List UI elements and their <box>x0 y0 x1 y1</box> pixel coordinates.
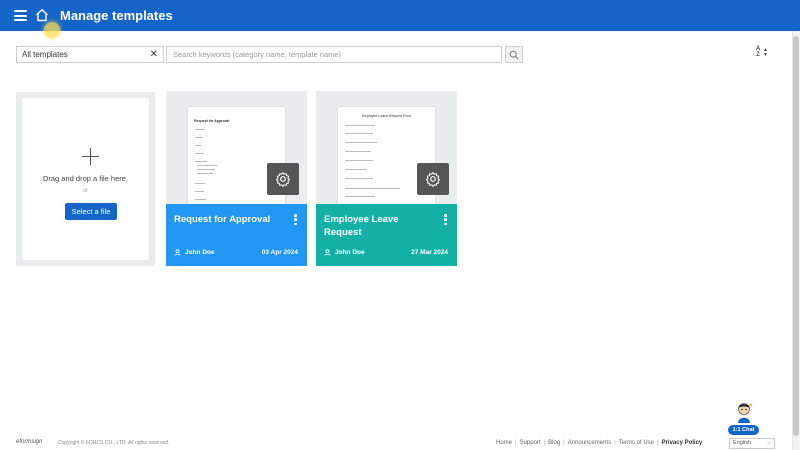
search-input[interactable]: Search keywords (category name, template… <box>166 46 502 63</box>
upload-dropzone[interactable]: Drag and drop a file here. or Select a f… <box>16 92 155 266</box>
language-select[interactable]: English ⌵ <box>729 438 775 449</box>
author-name: John Doe <box>335 249 365 256</box>
template-author: John Doe <box>324 249 365 256</box>
chat-avatar-icon <box>738 403 753 423</box>
author-name: John Doe <box>185 249 215 256</box>
category-filter-select[interactable]: All templates ✕ <box>16 46 164 63</box>
top-bar: Manage templates <box>0 0 800 31</box>
template-card[interactable]: Request for Approval Request for Approva… <box>166 91 307 266</box>
clear-filter-icon[interactable]: ✕ <box>150 47 158 62</box>
search-placeholder: Search keywords (category name, template… <box>173 50 341 59</box>
footer-logo: eformsign <box>16 439 43 445</box>
language-value: English <box>733 440 752 446</box>
template-date: 27 Mar 2024 <box>411 249 448 256</box>
gear-icon <box>426 172 440 187</box>
footer-link-announcements[interactable]: Announcements <box>568 440 611 446</box>
template-thumbnail[interactable]: Employee Leave Request Form <box>316 91 457 204</box>
footer-link-support[interactable]: Support <box>520 440 541 446</box>
chat-widget[interactable]: 1:1 Chat <box>728 402 760 436</box>
footer-link-blog[interactable]: Blog <box>548 440 560 446</box>
search-button[interactable] <box>505 46 523 63</box>
user-icon <box>324 249 331 256</box>
footer-links: Home | Support | Blog | Announcements | Term… <box>496 440 703 446</box>
chevron-down-icon: ⌵ <box>767 440 771 446</box>
sort-button[interactable]: A Z ▲ ▼ <box>754 46 770 62</box>
sort-arrows-icon: ▲ ▼ <box>763 47 768 58</box>
drag-drop-text: Drag and drop a file here. <box>42 174 129 183</box>
template-thumbnail[interactable]: Request for Approval <box>166 91 307 204</box>
template-card[interactable]: Employee Leave Request Form Employee Lea… <box>316 91 457 266</box>
template-settings-button[interactable] <box>417 163 449 195</box>
plus-icon <box>82 148 99 165</box>
template-info-panel[interactable]: Employee Leave Request John Doe 27 Mar 2… <box>316 204 457 266</box>
template-date: 03 Apr 2024 <box>261 249 298 256</box>
template-info-panel[interactable]: Request for Approval John Doe 03 Apr 202… <box>166 204 307 266</box>
search-icon <box>509 50 519 59</box>
chat-button[interactable]: 1:1 Chat <box>728 425 759 435</box>
template-settings-button[interactable] <box>267 163 299 195</box>
footer-copyright: Copyright © FORCS CO., LTD. All rights r… <box>58 440 170 446</box>
select-file-button[interactable]: Select a file <box>65 203 117 220</box>
more-options-icon[interactable] <box>444 214 447 225</box>
gear-icon <box>276 172 290 187</box>
template-title[interactable]: Employee Leave Request <box>324 213 434 239</box>
filter-value: All templates <box>22 50 68 59</box>
footer-link-privacy[interactable]: Privacy Policy <box>662 440 703 446</box>
scrollbar-thumb[interactable] <box>793 36 799 436</box>
footer-link-terms[interactable]: Terms of Use <box>619 440 654 446</box>
home-icon[interactable] <box>35 8 49 22</box>
or-text: or <box>82 188 89 194</box>
user-icon <box>174 249 181 256</box>
menu-icon[interactable] <box>14 10 27 21</box>
sort-az-icon: A Z <box>755 46 761 58</box>
template-title[interactable]: Request for Approval <box>174 213 284 226</box>
footer-link-home[interactable]: Home <box>496 440 512 446</box>
more-options-icon[interactable] <box>294 214 297 225</box>
page-title: Manage templates <box>60 8 173 23</box>
template-author: John Doe <box>174 249 215 256</box>
